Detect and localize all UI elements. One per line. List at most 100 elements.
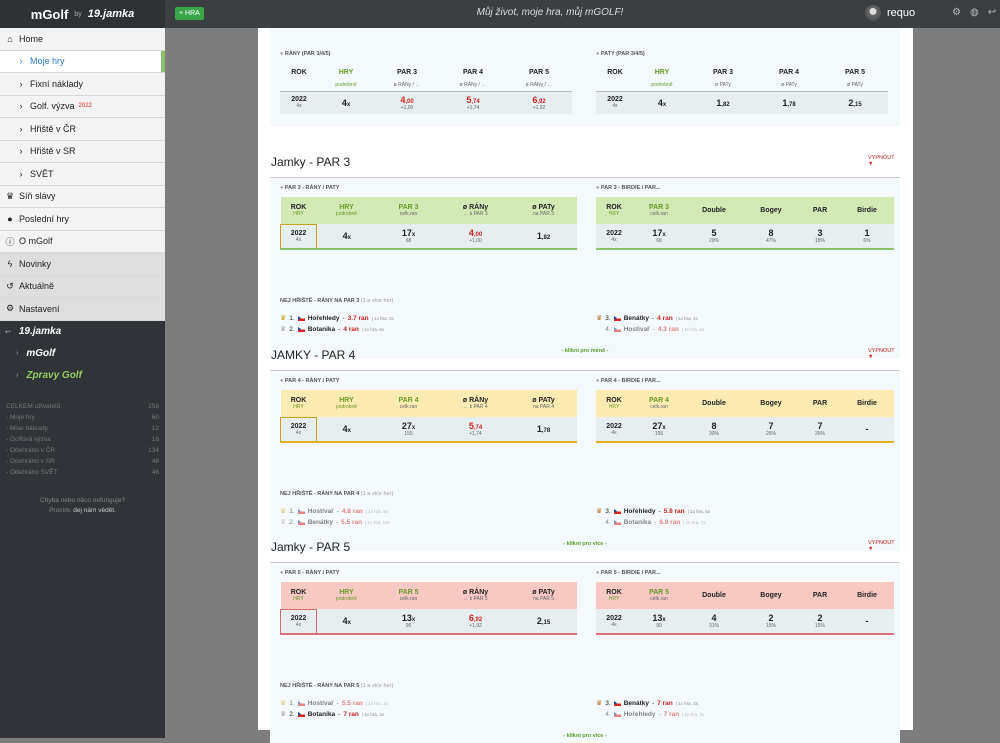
- dash: -: [336, 507, 339, 515]
- gear-icon: ⚙: [5, 303, 15, 314]
- summary-table-left: ROK HRY PAR 3 PAR 4 PAR 5 podrobně ø RÁNy / ← ø…: [280, 65, 572, 114]
- nav-item-10[interactable]: ϟ Novinky: [0, 253, 165, 276]
- course-name: Botanika: [307, 710, 336, 718]
- total-count: 13x: [377, 613, 441, 623]
- avg-p3: 4,00: [374, 95, 440, 105]
- games-count-dec: x: [347, 428, 351, 434]
- toggle-more-link[interactable]: - klikni pro více -: [270, 541, 900, 547]
- help-link[interactable]: dej nám vědět.: [73, 507, 116, 514]
- nav-item-2[interactable]: › Fixní náklady: [0, 73, 165, 96]
- add-game-button[interactable]: + HRA: [175, 7, 204, 20]
- jamka-link[interactable]: 19.jamka: [19, 326, 61, 337]
- nav-item-0[interactable]: ⌂ Home: [0, 28, 165, 51]
- logo-by: by: [74, 10, 82, 18]
- best-course-entry[interactable]: ♛ 3. Benátky -4 ran | 1x hra, 4x: [596, 314, 698, 323]
- nav-item-1[interactable]: › Moje hry: [0, 50, 165, 73]
- stat-value: 258: [148, 402, 159, 410]
- course-value: 4.3 ran: [657, 325, 679, 333]
- best-course-entry[interactable]: ♛ 1. Hořehledy -3.7 ran | 1x hra, 3x: [280, 314, 394, 323]
- avg-putts: 1,82: [511, 231, 577, 241]
- course-value: 3.7 ran: [347, 314, 369, 322]
- globe-icon[interactable]: ◍: [970, 7, 979, 18]
- col-header: ROK: [290, 396, 307, 404]
- col-sub: ø RÁNy / ←: [459, 81, 487, 88]
- user-menu[interactable]: requo: [865, 5, 915, 21]
- home-icon: ⌂: [7, 33, 13, 44]
- stat-p-pct: 18%: [814, 238, 825, 244]
- avg-shots-diff: +1,92: [469, 623, 482, 629]
- mgolf-link[interactable]: mGolf: [26, 348, 55, 359]
- back-icon[interactable]: ↩: [5, 328, 11, 336]
- nav-item-7[interactable]: ♛ Síň slávy: [0, 186, 165, 208]
- games-count: 4x: [317, 231, 377, 241]
- stat-label: - Odehráno v SR: [6, 457, 55, 465]
- nav-item-8[interactable]: ● Poslední hry: [0, 208, 165, 231]
- col-header: ø RÁNy: [462, 397, 489, 404]
- collapse-toggle[interactable]: VYPNOUT ▼: [868, 155, 901, 167]
- col-sub: celk.ran: [399, 596, 418, 602]
- avg-putts-dec: ,78: [541, 428, 551, 434]
- nav-list: ⌂ Home › Moje hry › Fixní náklady › Golf. výzva…: [0, 28, 165, 321]
- total-count-dec: x: [662, 617, 666, 623]
- col-sub: HRY: [293, 595, 304, 602]
- col-header: PAR: [812, 592, 828, 599]
- total-count-int: 17: [401, 228, 412, 238]
- reply-icon[interactable]: ↩: [988, 7, 996, 18]
- collapse-toggle[interactable]: VYPNOUT ▼: [868, 348, 901, 360]
- course-value: 5.5 ran: [341, 518, 363, 526]
- info-icon: ⓘ: [5, 236, 15, 247]
- nav-item-3[interactable]: › Golf. výzva 2022: [0, 96, 165, 118]
- course-note: | 1x hra, 3x: [371, 315, 394, 321]
- best-course-entry[interactable]: ♛ 3. Hořehledy -5.8 ran | 1x hra, 5x: [596, 507, 710, 516]
- best-course-entry[interactable]: ♛4. Botanika-6.9 ran| 1x hra, 7x: [596, 518, 705, 526]
- games-count: 4x: [634, 98, 690, 108]
- best-courses-heading: NEJ HŘIŠTĚ - RÁNY NA PAR 3 (1 a více her…: [280, 298, 393, 304]
- games-count-dec: x: [662, 101, 667, 108]
- course-note: | 1x hra, 2x: [675, 700, 698, 706]
- col-header: Birdie: [857, 207, 877, 214]
- nav-item-5[interactable]: › Hřiště v SR: [0, 141, 165, 163]
- total-count-dec: x: [411, 617, 416, 623]
- nav-item-12[interactable]: ⚙ Nastavení: [0, 298, 165, 321]
- chevron-right-icon: ›: [19, 101, 23, 112]
- zpravy-link[interactable]: Zpravy Golf: [26, 370, 82, 381]
- best-course-entry[interactable]: ♛ 3. Benátky -7 ran | 1x hra, 2x: [596, 699, 698, 708]
- best-courses-note: (1 a více her): [360, 491, 394, 497]
- stat-bi: -: [865, 424, 869, 434]
- best-course-entry[interactable]: ♛ 2. Botanika -7 ran | 1x hra, 3x: [280, 710, 384, 719]
- toggle-more-link[interactable]: - klikni pro více -: [270, 733, 900, 739]
- nav-item-11[interactable]: ↺ Aktuálně: [0, 275, 165, 298]
- gear-icon[interactable]: ⚙: [952, 7, 961, 18]
- nav-item-6[interactable]: › SVĚT: [0, 163, 165, 186]
- total-count: 17x: [632, 228, 686, 238]
- total-count-int: 27: [652, 421, 663, 431]
- col-sub: ← k PAR 5: [463, 596, 488, 602]
- panel-heading: PAR 4 - BIRDIE / PAR...: [596, 378, 661, 384]
- best-course-entry[interactable]: ♛4. Hořehledy-7 ran| 1x hra, 2x: [596, 710, 704, 718]
- rank: 3.: [605, 314, 611, 322]
- stat-label: CELKEM uživatelů:: [6, 402, 62, 410]
- best-course-entry[interactable]: ♛ 2. Benátky -5.5 ran | 1x hra, 10x: [280, 518, 390, 527]
- best-course-entry[interactable]: ♛ 1. Hostivař -4.8 ran | 1x hra, 5x: [280, 507, 388, 516]
- col-sub: ø PATy: [847, 81, 863, 88]
- nav-item-4[interactable]: › Hřiště v ČR: [0, 118, 165, 141]
- cz-flag-icon: [613, 508, 621, 514]
- col-sub: ← k PAR 3: [463, 211, 488, 217]
- brand-logo[interactable]: mGolf by 19.jamka: [0, 0, 165, 28]
- best-course-entry[interactable]: ♛ 2. Botanika -4 ran | 1x hra, 6x: [280, 325, 384, 334]
- nav-item-9[interactable]: ⓘ O mGolf: [0, 231, 165, 253]
- avg-p4: 5,74: [440, 95, 506, 105]
- nav-item-label: O mGolf: [19, 236, 53, 247]
- toggle-more-link[interactable]: - klikni pro méně -: [270, 348, 900, 354]
- course-note: | 1x hra, 7x: [683, 519, 706, 525]
- trophy-icon: ♛: [280, 519, 287, 526]
- stat-p: 2: [817, 613, 823, 623]
- nav-item-label: Aktuálně: [19, 281, 55, 292]
- col-sub: na PAR 5: [532, 596, 555, 602]
- best-course-entry[interactable]: ♛ 1. Hostivař -5.5 ran | 1x hra, 2x: [280, 699, 388, 708]
- panel-heading: PATY (PAR 3/4/5): [596, 51, 645, 57]
- collapse-toggle[interactable]: VYPNOUT ▼: [868, 540, 901, 552]
- course-note: | 1x hra, 4x: [681, 326, 705, 332]
- col-sub: celk.ran: [399, 211, 418, 217]
- best-course-entry[interactable]: ♛4. Hostivař-4.3 ran| 1x hra, 4x: [596, 325, 704, 333]
